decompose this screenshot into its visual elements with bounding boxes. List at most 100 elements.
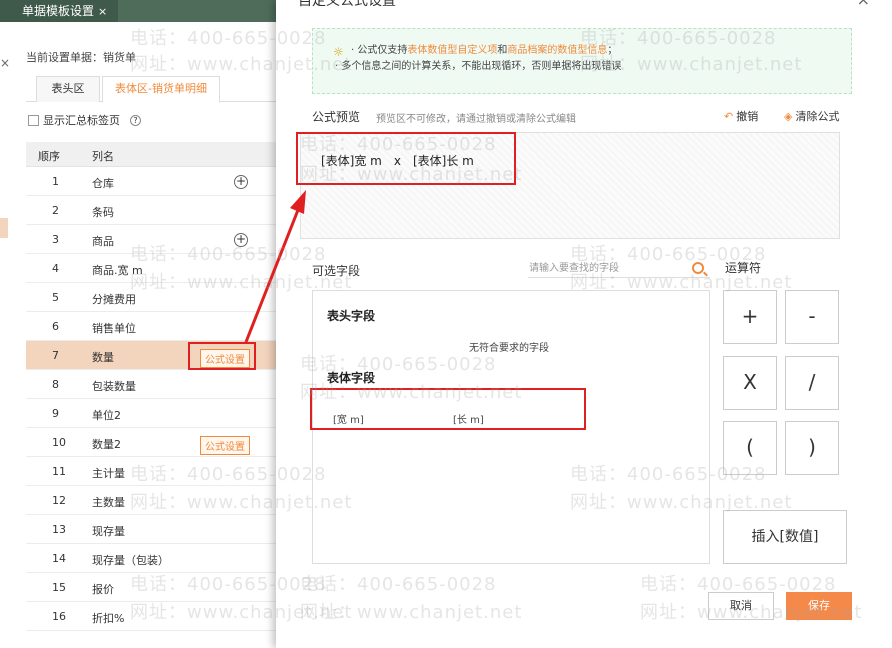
row-name: 报价 <box>92 583 114 596</box>
app-tab[interactable]: 单据模板设置 × <box>0 0 118 22</box>
table-row[interactable]: 12 主数量 <box>26 486 276 515</box>
formula-setting-button[interactable]: 公式设置 <box>200 436 250 455</box>
row-name: 现存量（包装） <box>92 554 169 567</box>
table-row[interactable]: 10 数量2 公式设置 <box>26 428 276 457</box>
col-order-header: 顺序 <box>38 150 60 163</box>
tip-text-d: 商品档案的数值型信息 <box>507 45 608 56</box>
checkbox-label: 显示汇总标签页 <box>43 114 120 127</box>
row-no: 16 <box>52 610 66 623</box>
tip-text-a: 公式仅支持 <box>357 45 408 56</box>
side-close-icon[interactable]: × <box>0 56 10 70</box>
table-row[interactable]: 15 报价 <box>26 573 276 602</box>
row-no: 2 <box>52 204 59 217</box>
grid-header: 顺序 列名 <box>26 142 276 167</box>
undo-label: 撤销 <box>736 110 759 123</box>
eraser-icon: ◈ <box>784 110 793 123</box>
row-no: 11 <box>52 465 66 478</box>
current-doc: 当前设置单据：销货单 <box>26 51 136 64</box>
tip-line-2: · 多个信息之间的计算关系，不能出现循环，否则单据将出现错误 <box>335 61 622 72</box>
table-row[interactable]: 14 现存量（包装） <box>26 544 276 573</box>
header-fields-title: 表头字段 <box>327 309 376 323</box>
row-name: 分摊费用 <box>92 293 136 306</box>
plus-icon[interactable]: + <box>234 233 248 247</box>
clear-label: 清除公式 <box>795 110 840 123</box>
row-name: 主计量 <box>92 467 125 480</box>
table-row[interactable]: 13 现存量 <box>26 515 276 544</box>
table-row[interactable]: 16 折扣% <box>26 602 276 631</box>
op-lparen-button[interactable]: ( <box>723 421 777 475</box>
table-row[interactable]: 4 商品.宽 m <box>26 254 276 283</box>
side-strip <box>0 218 8 238</box>
clear-formula-button[interactable]: ◈ 清除公式 <box>784 108 839 124</box>
show-summary-tab[interactable]: 显示汇总标签页 ? <box>28 112 141 128</box>
operators-label: 运算符 <box>725 261 762 275</box>
row-no: 10 <box>52 436 66 449</box>
column-grid: 顺序 列名 1 仓库 + 2 条码 3 商品 + 4 商品.宽 m 5 分摊费用 6 销售单位 … <box>26 142 276 631</box>
row-no: 3 <box>52 233 59 246</box>
annotation-box-preview <box>296 132 516 185</box>
op-rparen-button[interactable]: ) <box>785 421 839 475</box>
dialog-title: 自定义公式设置 <box>298 0 396 9</box>
table-row[interactable]: 1 仓库 + <box>26 167 276 196</box>
table-row[interactable]: 6 销售单位 <box>26 312 276 341</box>
close-icon[interactable]: × <box>857 0 870 9</box>
row-name: 数量 <box>92 351 114 364</box>
fields-label: 可选字段 <box>312 264 361 278</box>
table-row[interactable]: 11 主计量 <box>26 457 276 486</box>
cancel-button[interactable]: 取消 <box>708 592 774 620</box>
tip-line-1: · 公式仅支持表体数值型自定义项和商品档案的数值型信息； <box>351 45 618 56</box>
undo-button[interactable]: ↶ 撤销 <box>724 108 758 124</box>
help-icon[interactable]: ? <box>130 114 141 126</box>
table-row[interactable]: 3 商品 + <box>26 225 276 254</box>
row-no: 5 <box>52 291 59 304</box>
close-icon[interactable]: × <box>98 5 107 18</box>
row-no: 9 <box>52 407 59 420</box>
row-no: 6 <box>52 320 59 333</box>
op-plus-button[interactable]: + <box>723 290 777 344</box>
row-name: 销售单位 <box>92 322 136 335</box>
tip-text-c: 和 <box>497 45 508 56</box>
row-name: 主数量 <box>92 496 125 509</box>
col-name-header: 列名 <box>92 150 114 163</box>
tab-body-region[interactable]: 表体区-销货单明细 <box>102 76 220 103</box>
row-no: 13 <box>52 523 66 536</box>
row-name: 数量2 <box>92 438 121 451</box>
op-multiply-button[interactable]: X <box>723 356 777 410</box>
row-no: 15 <box>52 581 66 594</box>
row-name: 折扣% <box>92 612 125 625</box>
op-divide-button[interactable]: / <box>785 356 839 410</box>
checkbox[interactable] <box>28 114 39 126</box>
annotation-box-formula-button <box>188 342 256 370</box>
search-icon[interactable] <box>692 262 704 274</box>
undo-icon: ↶ <box>724 110 734 123</box>
preview-hint: 预览区不可修改，请通过撤销或清除公式编辑 <box>376 114 576 125</box>
table-row[interactable]: 8 包装数量 <box>26 370 276 399</box>
no-match-text: 无符合要求的字段 <box>469 343 549 354</box>
app-tab-title: 单据模板设置 <box>22 4 95 18</box>
tab-header-region[interactable]: 表头区 <box>36 76 100 102</box>
row-no: 8 <box>52 378 59 391</box>
row-name: 单位2 <box>92 409 121 422</box>
region-tabs: 表头区 表体区-销货单明细 <box>26 76 276 103</box>
row-name: 商品.宽 m <box>92 264 143 277</box>
save-button[interactable]: 保存 <box>786 592 852 620</box>
table-row[interactable]: 9 单位2 <box>26 399 276 428</box>
preview-label: 公式预览 <box>312 110 361 124</box>
annotation-box-fields <box>310 388 586 430</box>
tip-box: ☼ · 公式仅支持表体数值型自定义项和商品档案的数值型信息； · 多个信息之间的… <box>312 28 852 94</box>
insert-value-button[interactable]: 插入[数值] <box>723 510 847 564</box>
row-name: 包装数量 <box>92 380 136 393</box>
lightbulb-icon: ☼ <box>333 45 344 59</box>
op-minus-button[interactable]: - <box>785 290 839 344</box>
row-no: 4 <box>52 262 59 275</box>
formula-dialog: 自定义公式设置 × ☼ · 公式仅支持表体数值型自定义项和商品档案的数值型信息；… <box>276 0 892 648</box>
table-row[interactable]: 2 条码 <box>26 196 276 225</box>
row-no: 14 <box>52 552 66 565</box>
table-row[interactable]: 5 分摊费用 <box>26 283 276 312</box>
plus-icon[interactable]: + <box>234 175 248 189</box>
tip-text-e: ； <box>607 45 618 56</box>
row-name: 现存量 <box>92 525 125 538</box>
row-no: 1 <box>52 175 59 188</box>
tip-text-b: 表体数值型自定义项 <box>407 45 498 56</box>
field-search-input[interactable]: 请输入要查找的字段 <box>528 260 710 278</box>
